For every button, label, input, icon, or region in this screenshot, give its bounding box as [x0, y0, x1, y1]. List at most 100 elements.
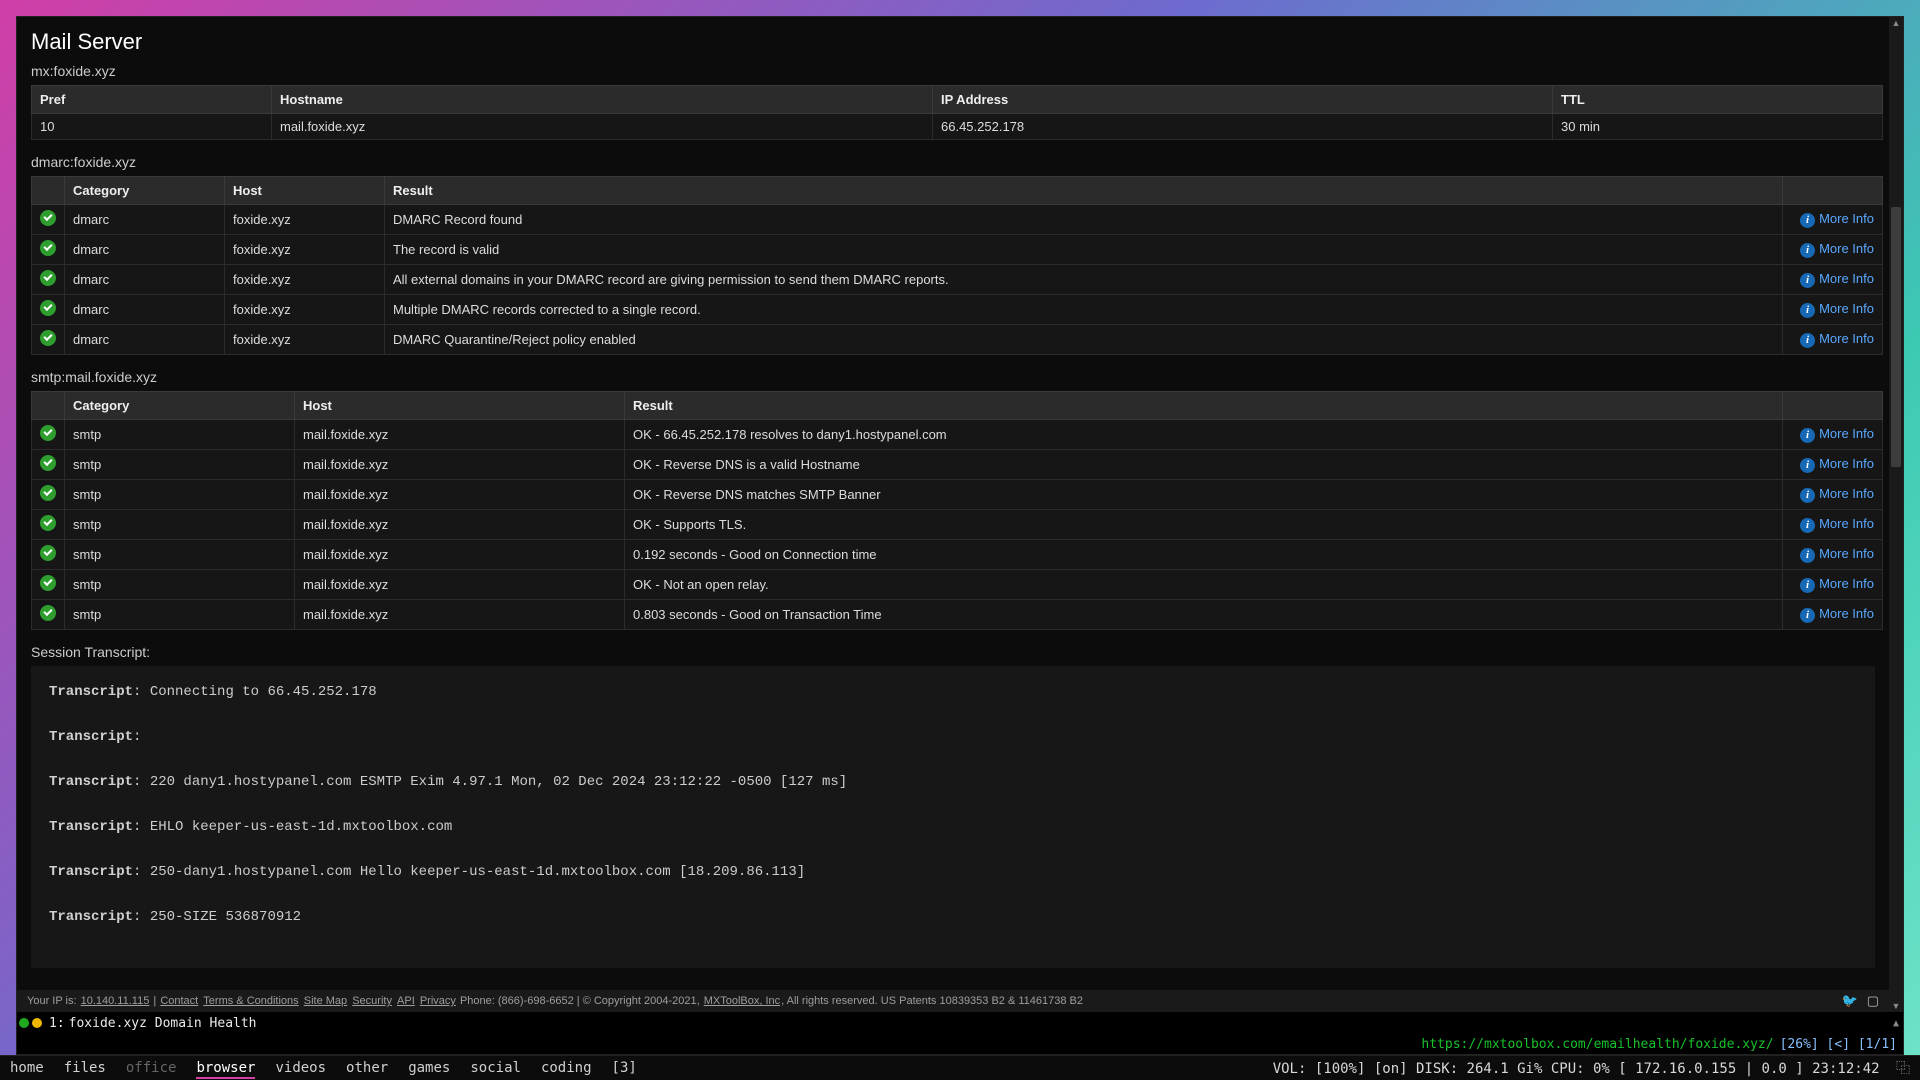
dmarc-table: Category Host Result dmarcfoxide.xyzDMAR…	[31, 176, 1883, 355]
table-row: dmarcfoxide.xyzThe record is valid i More …	[32, 235, 1883, 265]
info-icon[interactable]: i	[1800, 518, 1815, 533]
more-info-link[interactable]: More Info	[1819, 606, 1874, 621]
more-info-link[interactable]: More Info	[1819, 576, 1874, 591]
mx-ttl: 30 min	[1553, 114, 1883, 140]
more-info-cell: i More Info	[1783, 235, 1883, 265]
workspace-social[interactable]: social	[470, 1060, 521, 1076]
smtp-category: smtp	[65, 600, 295, 630]
tray-icon[interactable]: ⿻	[1896, 1061, 1910, 1077]
page-content: Mail Server mx:foxide.xyz Pref Hostname …	[17, 17, 1889, 1012]
table-row: smtpmail.foxide.xyz0.192 seconds - Good …	[32, 540, 1883, 570]
dmarc-result: The record is valid	[385, 235, 1783, 265]
transcript-line: Transcript:	[49, 727, 1857, 748]
twitter-icon[interactable]: 🐦	[1841, 993, 1857, 1008]
status-cell	[32, 420, 65, 450]
smtp-th-result: Result	[625, 392, 1783, 420]
workspace-browser[interactable]: browser	[196, 1060, 255, 1079]
page-title: Mail Server	[31, 29, 1875, 55]
tab-index[interactable]: 1:	[49, 1016, 65, 1031]
vertical-scrollbar[interactable]: ▲ ▼	[1889, 17, 1903, 1012]
dmarc-host: foxide.xyz	[225, 205, 385, 235]
status-ok-icon	[40, 240, 56, 256]
session-transcript: Transcript: Connecting to 66.45.252.178 T…	[31, 666, 1875, 968]
dmarc-heading: dmarc:foxide.xyz	[31, 154, 1875, 170]
workspace-files[interactable]: files	[64, 1060, 106, 1076]
smtp-host: mail.foxide.xyz	[295, 420, 625, 450]
more-info-link[interactable]: More Info	[1819, 241, 1874, 256]
scrollbar-thumb[interactable]	[1891, 207, 1901, 467]
info-icon[interactable]: i	[1800, 488, 1815, 503]
scroll-down-icon[interactable]: ▼	[1889, 1001, 1903, 1011]
workspace-other[interactable]: other	[346, 1060, 388, 1076]
info-icon[interactable]: i	[1800, 548, 1815, 563]
info-icon[interactable]: i	[1800, 213, 1815, 228]
smtp-category: smtp	[65, 540, 295, 570]
footer-terms-link[interactable]: Terms & Conditions	[203, 995, 298, 1007]
workspace-home[interactable]: home	[10, 1060, 44, 1076]
transcript-line: Transcript: 250-SIZE 536870912	[49, 907, 1857, 928]
status-cell	[32, 540, 65, 570]
info-icon[interactable]: i	[1800, 428, 1815, 443]
dmarc-category: dmarc	[65, 235, 225, 265]
tab-title[interactable]: foxide.xyz Domain Health	[69, 1016, 257, 1031]
status-cell	[32, 235, 65, 265]
more-info-cell: i More Info	[1783, 420, 1883, 450]
more-info-link[interactable]: More Info	[1819, 456, 1874, 471]
table-row: smtpmail.foxide.xyzOK - Supports TLS.iMo…	[32, 510, 1883, 540]
youtube-icon[interactable]: ▢	[1867, 993, 1879, 1008]
more-info-cell: i More Info	[1783, 265, 1883, 295]
table-row: smtpmail.foxide.xyzOK - Not an open rela…	[32, 570, 1883, 600]
info-icon[interactable]: i	[1800, 243, 1815, 258]
info-icon[interactable]: i	[1800, 273, 1815, 288]
info-icon[interactable]: i	[1800, 458, 1815, 473]
more-info-link[interactable]: More Info	[1819, 301, 1874, 316]
dmarc-host: foxide.xyz	[225, 235, 385, 265]
smtp-result: OK - 66.45.252.178 resolves to dany1.hos…	[625, 420, 1783, 450]
workspace-games[interactable]: games	[408, 1060, 450, 1076]
more-info-link[interactable]: More Info	[1819, 426, 1874, 441]
footer-ip-link[interactable]: 10.140.11.115	[81, 995, 150, 1007]
info-icon[interactable]: i	[1800, 578, 1815, 593]
more-info-link[interactable]: More Info	[1819, 546, 1874, 561]
transcript-text: 250-dany1.hostypanel.com Hello keeper-us…	[150, 864, 805, 880]
transcript-line: Transcript: Connecting to 66.45.252.178	[49, 682, 1857, 703]
tab-scroll-up-icon[interactable]: ▲	[1893, 1018, 1901, 1029]
dmarc-th-info	[1783, 177, 1883, 205]
footer-api-link[interactable]: API	[397, 995, 415, 1007]
status-ok-icon	[40, 575, 56, 591]
footer-privacy-link[interactable]: Privacy	[420, 995, 456, 1007]
workspace-coding[interactable]: coding	[541, 1060, 592, 1076]
dmarc-host: foxide.xyz	[225, 295, 385, 325]
dmarc-category: dmarc	[65, 295, 225, 325]
footer-contact-link[interactable]: Contact	[160, 995, 198, 1007]
dmarc-result: Multiple DMARC records corrected to a si…	[385, 295, 1783, 325]
more-info-link[interactable]: More Info	[1819, 516, 1874, 531]
more-info-cell: i More Info	[1783, 295, 1883, 325]
page-url[interactable]: https://mxtoolbox.com/emailhealth/foxide…	[1421, 1037, 1773, 1052]
more-info-link[interactable]: More Info	[1819, 331, 1874, 346]
scroll-up-icon[interactable]: ▲	[1889, 18, 1903, 28]
smtp-category: smtp	[65, 450, 295, 480]
workspace-3[interactable]: [3]	[612, 1060, 637, 1076]
tab-status-dot-green-icon	[19, 1018, 29, 1028]
footer-company-link[interactable]: MXToolBox, Inc	[704, 995, 780, 1007]
footer-security-link[interactable]: Security	[352, 995, 392, 1007]
more-info-link[interactable]: More Info	[1819, 211, 1874, 226]
mx-th-hostname: Hostname	[272, 86, 933, 114]
dmarc-host: foxide.xyz	[225, 265, 385, 295]
more-info-cell: i More Info	[1783, 205, 1883, 235]
transcript-line: Transcript: EHLO keeper-us-east-1d.mxtoo…	[49, 817, 1857, 838]
dmarc-category: dmarc	[65, 265, 225, 295]
info-icon[interactable]: i	[1800, 333, 1815, 348]
info-icon[interactable]: i	[1800, 303, 1815, 318]
footer-sitemap-link[interactable]: Site Map	[304, 995, 347, 1007]
smtp-th-category: Category	[65, 392, 295, 420]
mx-heading: mx:foxide.xyz	[31, 63, 1875, 79]
smtp-category: smtp	[65, 570, 295, 600]
more-info-link[interactable]: More Info	[1819, 271, 1874, 286]
info-icon[interactable]: i	[1800, 608, 1815, 623]
mx-pref: 10	[32, 114, 272, 140]
workspace-videos[interactable]: videos	[275, 1060, 326, 1076]
more-info-link[interactable]: More Info	[1819, 486, 1874, 501]
workspace-office[interactable]: office	[126, 1060, 177, 1076]
